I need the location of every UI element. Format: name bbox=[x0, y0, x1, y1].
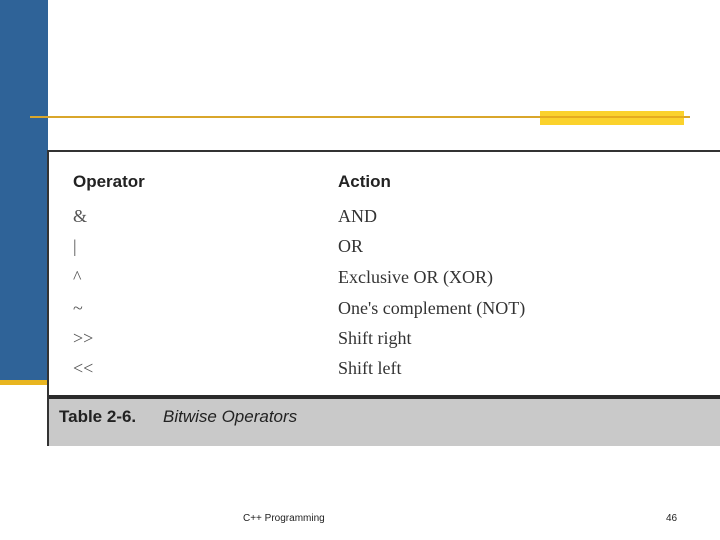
table-row: ~ One's complement (NOT) bbox=[49, 298, 720, 328]
header-action: Action bbox=[338, 172, 391, 191]
operator-cell: << bbox=[73, 358, 94, 378]
operator-cell: | bbox=[73, 236, 77, 256]
table-row: << Shift left bbox=[49, 358, 720, 388]
table-row: & AND bbox=[49, 206, 720, 236]
action-cell: Shift left bbox=[338, 358, 402, 378]
action-cell: One's complement (NOT) bbox=[338, 298, 526, 318]
table-caption: Table 2-6. Bitwise Operators bbox=[49, 395, 720, 446]
operator-cell: >> bbox=[73, 328, 94, 348]
table-header-row: Operator Action bbox=[49, 172, 720, 202]
footer-course-title: C++ Programming bbox=[243, 513, 325, 524]
left-bar-gold-edge bbox=[0, 380, 48, 385]
operator-cell: ^ bbox=[73, 267, 82, 287]
left-accent-bar bbox=[0, 0, 48, 380]
footer-page-number: 46 bbox=[666, 513, 678, 524]
header-operator: Operator bbox=[73, 172, 145, 191]
action-cell: AND bbox=[338, 206, 377, 226]
operator-cell: ~ bbox=[73, 298, 83, 318]
caption-title: Bitwise Operators bbox=[163, 407, 298, 426]
table-row: | OR bbox=[49, 236, 720, 266]
action-cell: Shift right bbox=[338, 328, 412, 348]
table-row: >> Shift right bbox=[49, 328, 720, 358]
action-cell: Exclusive OR (XOR) bbox=[338, 267, 493, 287]
caption-label: Table 2-6. bbox=[59, 407, 137, 426]
operator-cell: & bbox=[73, 206, 88, 226]
table-row: ^ Exclusive OR (XOR) bbox=[49, 267, 720, 297]
title-accent-block bbox=[540, 111, 684, 125]
action-cell: OR bbox=[338, 236, 364, 256]
bitwise-operators-table: Operator Action & AND | OR ^ Exclusive O… bbox=[47, 150, 720, 446]
